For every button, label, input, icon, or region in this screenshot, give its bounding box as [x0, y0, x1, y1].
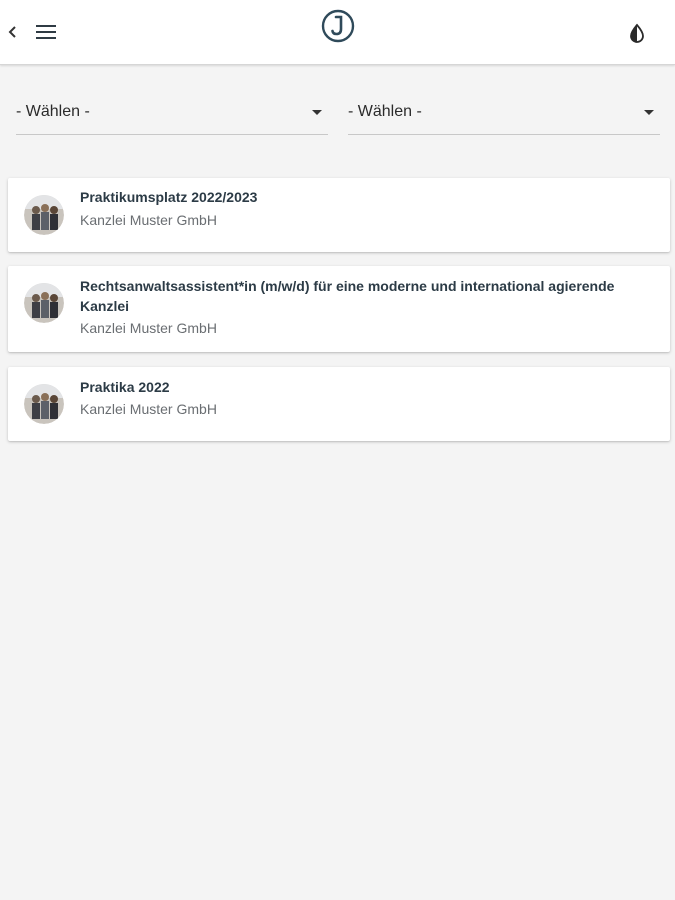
company-avatar [24, 384, 64, 424]
dropdown-arrow-icon [312, 110, 322, 115]
job-card[interactable]: Praktika 2022 Kanzlei Muster GmbH [8, 367, 670, 441]
job-company: Kanzlei Muster GmbH [80, 320, 217, 336]
filter-bar: - Wählen - - Wählen - [0, 65, 675, 165]
circle-j-logo-icon [321, 9, 355, 43]
back-button[interactable] [2, 20, 22, 44]
contrast-toggle-icon [630, 23, 644, 43]
hamburger-menu-icon [36, 25, 56, 39]
filter-select-left-value: - Wählen - [16, 103, 90, 120]
job-title: Praktikumsplatz 2022/2023 [80, 189, 258, 205]
job-company: Kanzlei Muster GmbH [80, 401, 217, 417]
filter-select-left[interactable]: - Wählen - [16, 97, 328, 135]
job-title: Rechtsanwaltsassistent*in (m/w/d) für ei… [80, 278, 615, 314]
job-card[interactable]: Praktikumsplatz 2022/2023 Kanzlei Muster… [8, 178, 670, 252]
job-card[interactable]: Rechtsanwaltsassistent*in (m/w/d) für ei… [8, 266, 670, 352]
company-avatar [24, 283, 64, 323]
filter-select-right[interactable]: - Wählen - [348, 97, 660, 135]
company-avatar [24, 195, 64, 235]
filter-select-right-value: - Wählen - [348, 103, 422, 120]
app-bar [0, 0, 675, 65]
theme-toggle-button[interactable] [624, 20, 650, 46]
app-logo[interactable] [320, 8, 356, 44]
chevron-left-icon [8, 26, 16, 38]
job-company: Kanzlei Muster GmbH [80, 212, 217, 228]
dropdown-arrow-icon [644, 110, 654, 115]
job-title: Praktika 2022 [80, 379, 170, 395]
menu-button[interactable] [32, 18, 60, 46]
